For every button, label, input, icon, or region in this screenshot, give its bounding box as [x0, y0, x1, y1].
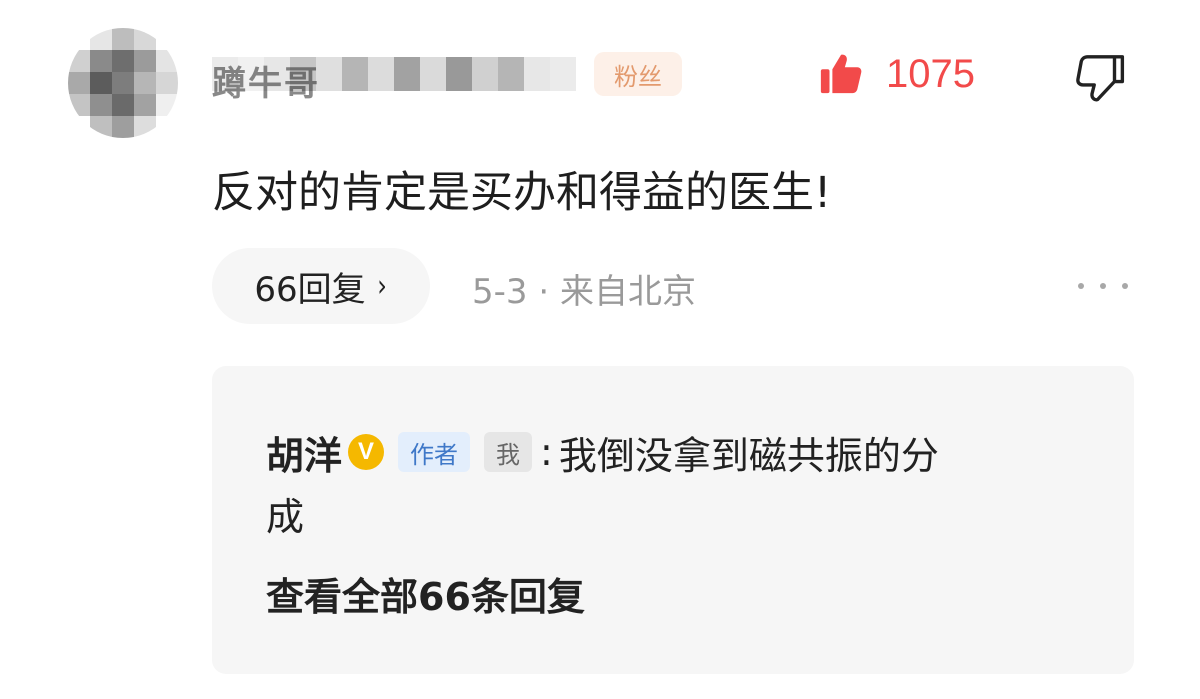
- thumbs-down-outline-icon[interactable]: [1074, 50, 1128, 104]
- like-button[interactable]: 1075: [818, 48, 975, 100]
- username-text: 蹲牛哥: [212, 64, 320, 104]
- author-tag: 作者: [398, 432, 471, 472]
- comment-thread: 蹲牛哥 粉丝 1075 反对的肯定是买办和得益的医生! 66回复 › 5-3 ·…: [0, 0, 1200, 699]
- reply-text: 我倒没拿到磁共振的分: [558, 433, 939, 478]
- username[interactable]: 蹲牛哥: [212, 48, 576, 104]
- comment-meta: 5-3 · 来自北京: [472, 264, 696, 313]
- reply-preview[interactable]: 胡洋 V 作者 我 : 我倒没拿到磁共振的分 成 查看全部66条回复: [212, 366, 1134, 674]
- fan-badge: 粉丝: [594, 52, 682, 96]
- verified-icon: V: [348, 434, 385, 470]
- view-all-replies-link[interactable]: 查看全部66条回复: [266, 566, 585, 621]
- chevron-right-icon: ›: [376, 268, 387, 304]
- more-dots-icon[interactable]: [1078, 276, 1128, 296]
- comment-location: 来自北京: [559, 272, 696, 312]
- like-count: 1075: [886, 51, 975, 96]
- comment-date: 5-3: [472, 272, 528, 312]
- me-tag: 我: [484, 432, 533, 472]
- meta-separator: ·: [527, 272, 560, 312]
- reply-header: 胡洋 V 作者 我 : 我倒没拿到磁共振的分: [266, 426, 939, 478]
- reply-text-continued: 成: [266, 495, 305, 539]
- comment-text: 反对的肯定是买办和得益的医生!: [212, 168, 832, 218]
- reply-colon: :: [540, 430, 553, 474]
- avatar[interactable]: [68, 28, 178, 138]
- thumbs-up-filled-icon: [820, 54, 862, 94]
- reply-author-name[interactable]: 胡洋: [266, 425, 342, 480]
- view-replies-button[interactable]: 66回复 ›: [212, 248, 430, 324]
- reply-count-label: 66回复: [254, 269, 366, 310]
